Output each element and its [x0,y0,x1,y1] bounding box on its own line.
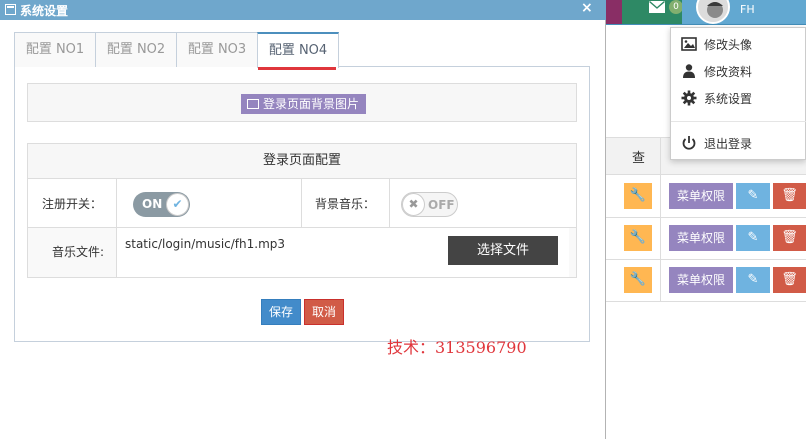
config-row-music-file: 音乐文件: static/login/music/fh1.mp3 选择文件 [28,228,576,277]
wrench-button[interactable]: 🔧 [624,225,652,251]
edit-icon: ✎ [747,272,759,287]
menu-item-label: 系统设置 [704,91,753,106]
edit-icon: ✎ [747,188,759,203]
table-row: 🔧 菜单权限 ✎ 🗑 [606,218,806,260]
login-page-config-table: 登录页面配置 注册开关： ON ✔ 背景音乐： ✖ OFF 音乐文件: stat… [27,143,577,278]
config-table-title: 登录页面配置 [28,144,576,179]
dialog-title-bar[interactable]: 系统设置 × [0,0,606,20]
login-background-image-button[interactable]: 登录页面背景图片 [241,94,366,114]
menu-item-system-settings[interactable]: 系统设置 [681,88,752,108]
music-switch[interactable]: ✖ OFF [401,192,458,217]
username[interactable]: FH [740,3,755,16]
music-switch-label: 背景音乐： [315,197,376,211]
menu-item-label: 退出登录 [704,136,753,151]
delete-button[interactable]: 🗑 [773,183,806,209]
choose-file-button[interactable]: 选择文件 [448,236,558,265]
tab-config-no3[interactable]: 配置 NO3 [176,32,258,67]
envelope-icon [649,1,665,13]
edit-button[interactable]: ✎ [736,183,770,209]
background-image-section: 登录页面背景图片 [27,83,577,122]
tab-config-no2[interactable]: 配置 NO2 [95,32,177,67]
config-tabs: 配置 NO1 配置 NO2 配置 NO3 配置 NO4 [14,32,590,68]
menu-permission-button[interactable]: 菜单权限 [669,267,733,293]
navbar-bottom-line [606,24,806,25]
check-icon: ✔ [166,193,189,216]
user-icon [683,64,695,78]
cell-divider [389,179,390,228]
menu-permission-button[interactable]: 菜单权限 [669,225,733,251]
config-row-switches: 注册开关： ON ✔ 背景音乐： ✖ OFF [28,179,576,228]
tab-config-no4[interactable]: 配置 NO4 [257,32,339,68]
menu-item-label: 修改资料 [704,64,753,79]
wrench-button[interactable]: 🔧 [624,183,652,209]
table-row: 🔧 菜单权限 ✎ 🗑 [606,176,806,218]
cancel-button[interactable]: 取消 [304,299,344,325]
save-button[interactable]: 保存 [261,299,301,325]
menu-item-change-avatar[interactable]: 修改头像 [681,34,752,54]
top-navbar: 0 FH [606,0,806,24]
settings-dialog: 系统设置 × 配置 NO1 配置 NO2 配置 NO3 配置 NO4 登录页面背… [0,0,606,439]
dialog-title: 系统设置 [20,4,69,18]
switch-state-text: OFF [428,198,455,212]
close-icon[interactable]: × [581,0,593,16]
user-dropdown-menu: 修改头像 修改资料 系统设置 退出登录 [670,27,806,160]
menu-divider [671,121,806,122]
menu-item-edit-profile[interactable]: 修改资料 [681,61,752,81]
gear-icon [681,90,697,106]
button-label: 登录页面背景图片 [263,97,360,111]
trash-icon: 🗑 [781,230,798,245]
wrench-icon: 🔧 [629,230,647,245]
wrench-button[interactable]: 🔧 [624,267,652,293]
trash-icon: 🗑 [781,188,798,203]
music-file-path: static/login/music/fh1.mp3 [125,237,286,251]
menu-item-logout[interactable]: 退出登录 [681,133,752,153]
wrench-icon: 🔧 [629,188,647,203]
menu-item-label: 修改头像 [704,37,753,52]
register-switch-label: 注册开关： [42,197,103,211]
tab-config-no1[interactable]: 配置 NO1 [14,32,96,67]
cell-divider [116,179,117,228]
mail-count-badge: 0 [669,0,683,14]
table-header-cell: 查 [632,151,646,166]
switch-state-text: ON [142,197,163,211]
edit-icon: ✎ [747,230,759,245]
power-icon [682,136,696,150]
window-icon [5,4,16,15]
wrench-icon: 🔧 [629,272,647,287]
picture-icon [247,99,259,109]
x-icon: ✖ [402,193,425,216]
table-row: 🔧 菜单权限 ✎ 🗑 [606,260,806,302]
tech-contact-note: 技术：313596790 [387,338,527,357]
menu-permission-button[interactable]: 菜单权限 [669,183,733,209]
trash-icon: 🗑 [781,272,798,287]
picture-icon [681,37,697,51]
edit-button[interactable]: ✎ [736,225,770,251]
cell-divider [301,179,302,228]
delete-button[interactable]: 🗑 [773,267,806,293]
cell-divider [116,228,117,277]
register-switch[interactable]: ON ✔ [133,192,190,217]
navbar-segment-purple[interactable] [606,0,622,24]
edit-button[interactable]: ✎ [736,267,770,293]
delete-button[interactable]: 🗑 [773,225,806,251]
navbar-messages[interactable]: 0 [622,0,683,24]
music-file-label: 音乐文件: [52,245,105,259]
